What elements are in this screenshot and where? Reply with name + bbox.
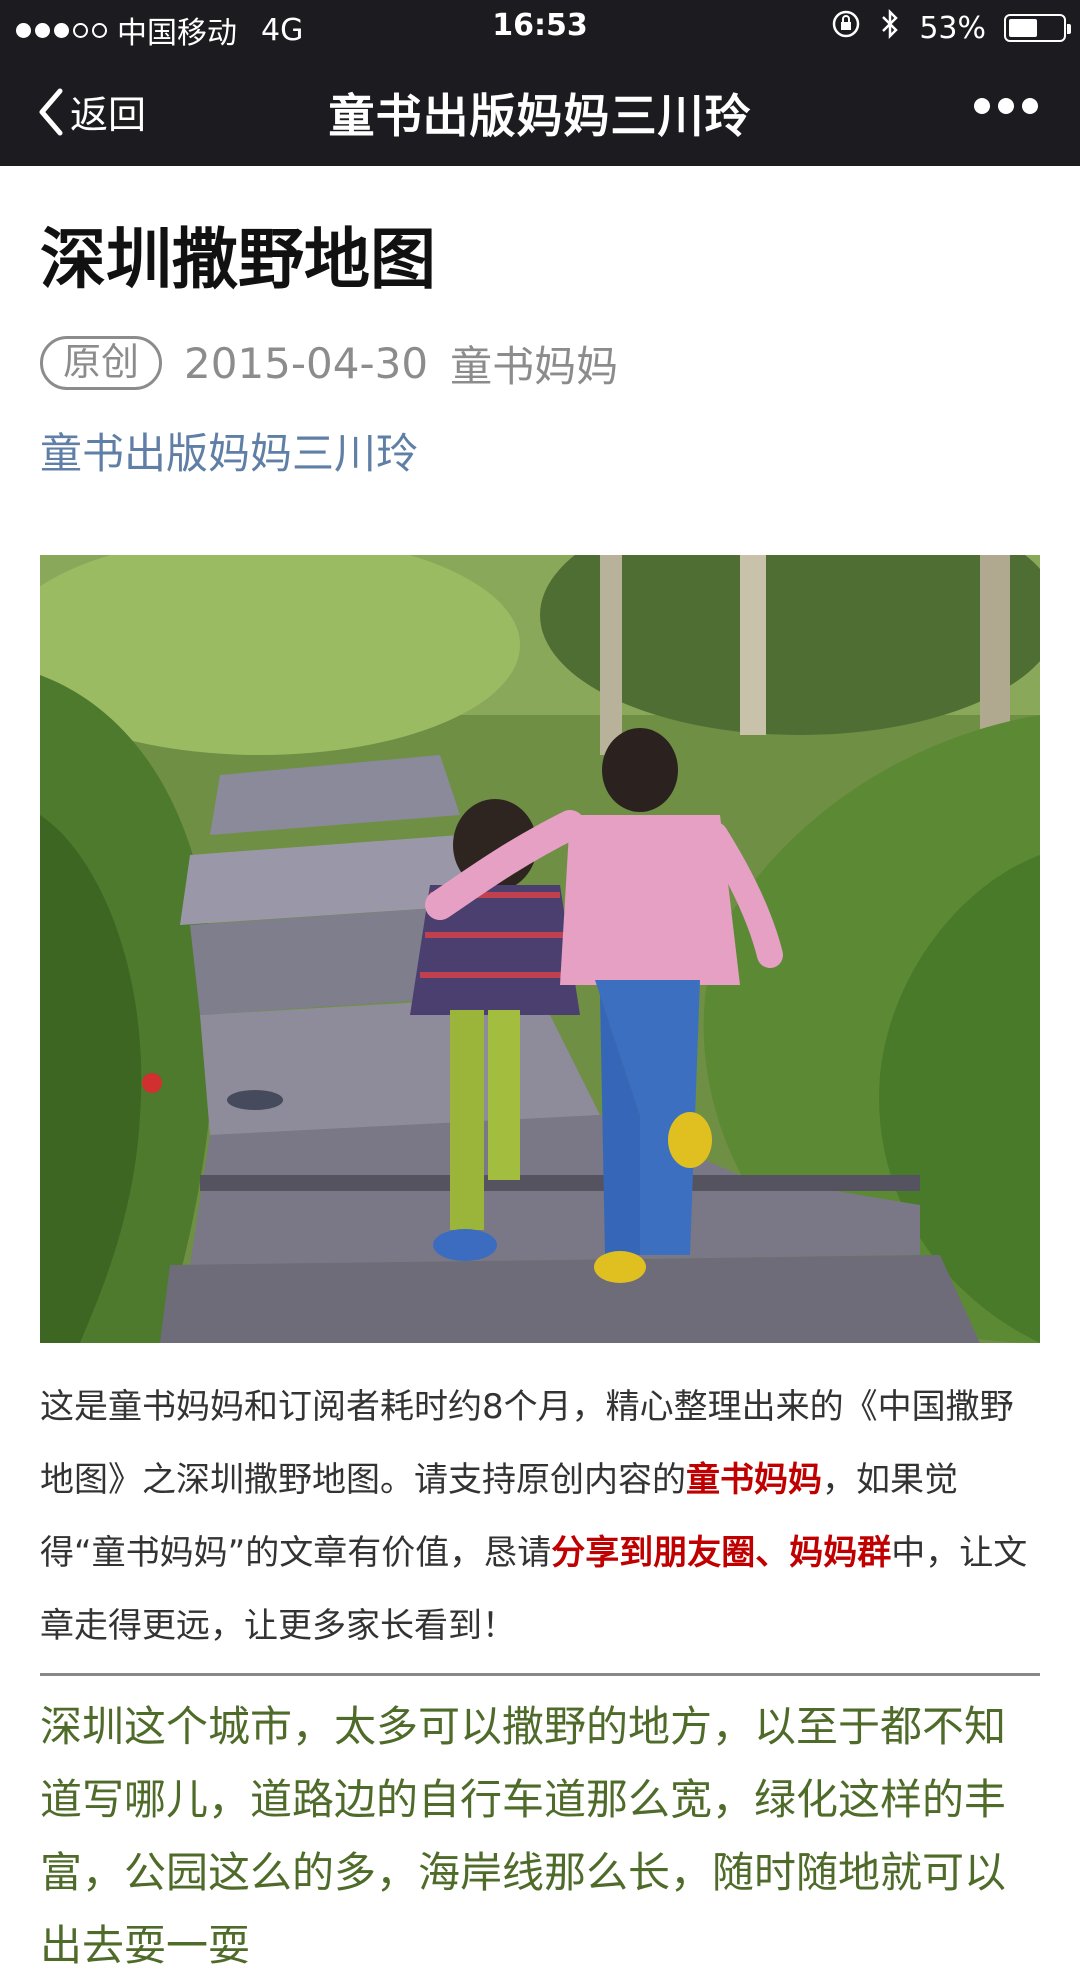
- rotation-lock-icon: [831, 9, 861, 47]
- intro-paragraph: 这是童书妈妈和订阅者耗时约8个月，精心整理出来的《中国撒野地图》之深圳撒野地图。…: [40, 1371, 1040, 1663]
- divider: [40, 1672, 1040, 1676]
- article-photo: [40, 554, 1040, 1343]
- intro-highlight-2: 分享到朋友圈、妈妈群: [551, 1532, 892, 1573]
- more-options-icon[interactable]: [974, 98, 1038, 114]
- account-link[interactable]: 童书出版妈妈三川玲: [40, 420, 1040, 481]
- original-badge: 原创: [40, 336, 163, 390]
- article-title: 深圳撒野地图: [40, 221, 436, 298]
- body-paragraph: 深圳这个城市，太多可以撒野的地方，以至于都不知道写哪儿，道路边的自行车道那么宽，…: [40, 1701, 1007, 1970]
- article: 深圳撒野地图 原创 2015-04-30 童书妈妈 童书出版妈妈三川玲 这是童书…: [40, 166, 1040, 1982]
- battery-percent: 53%: [919, 10, 986, 46]
- nav-title: 童书出版妈妈三川玲: [328, 89, 752, 143]
- status-bar: 中国移动 4G 16:53 53%: [0, 0, 1080, 54]
- author-name: 童书妈妈: [450, 341, 619, 391]
- bluetooth-icon: [879, 8, 901, 48]
- publish-date: 2015-04-30: [184, 338, 429, 388]
- nav-bar: 返回 童书出版妈妈三川玲: [0, 54, 1080, 166]
- status-right: 53%: [831, 8, 1071, 48]
- article-meta: 原创 2015-04-30 童书妈妈: [40, 333, 1040, 394]
- children-walking-photo: [40, 554, 1040, 1343]
- intro-highlight-1: 童书妈妈: [686, 1459, 822, 1500]
- battery-icon: [1004, 14, 1071, 42]
